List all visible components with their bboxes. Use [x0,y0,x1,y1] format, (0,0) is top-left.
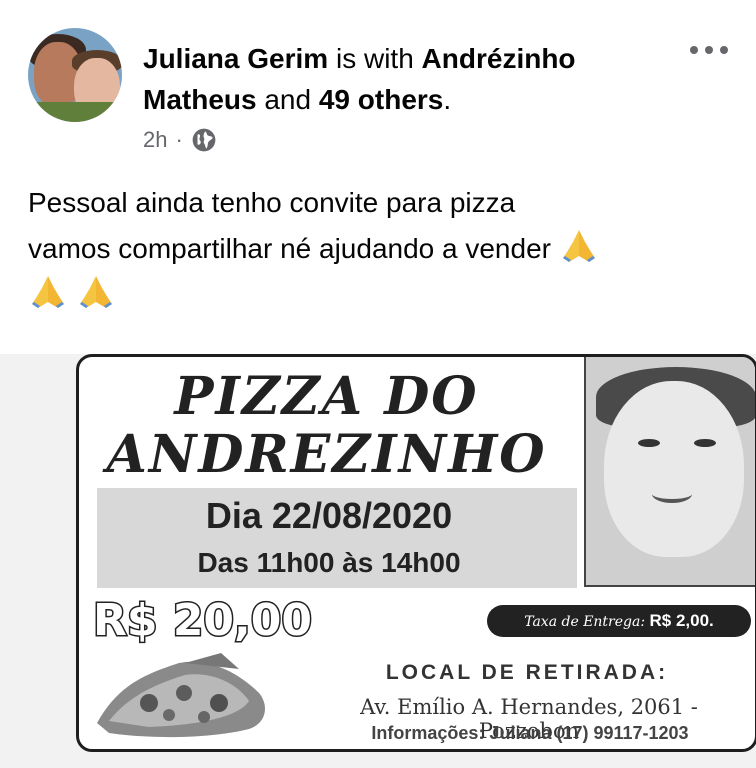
post-text-line-1: Pessoal ainda tenho convite para pizza [28,187,516,218]
folded-hands-emoji-icon [32,276,64,308]
meta-separator: · [175,127,183,152]
post-body: Pessoal ainda tenho convite para pizza v… [28,180,728,318]
photo-mouth [652,485,692,503]
flyer-title-line-1: PIZZA DO [174,366,479,427]
photo-face [604,381,744,557]
post-image[interactable]: PIZZA DO ANDREZINHO Dia 22/08/2020 Das 1… [0,354,756,768]
author-name[interactable]: Juliana Gerim [143,43,328,74]
avatar-shirt [28,102,122,122]
flyer-title-line-2: ANDREZINHO [106,424,547,485]
tagged-others[interactable]: 49 others [319,84,444,115]
flyer-card: PIZZA DO ANDREZINHO Dia 22/08/2020 Das 1… [76,354,756,752]
folded-hands-emoji-icon [79,276,112,308]
photo-eye [694,439,716,447]
delivery-fee-badge: Taxa de Entrega: R$ 2,00. [487,605,751,637]
author-avatar[interactable] [28,28,122,122]
flyer-date: Dia 22/08/2020 [205,495,453,536]
more-options-icon[interactable] [690,40,730,60]
post-meta: 2h · [143,127,217,153]
flyer-price: R$ 20,00 [92,594,314,648]
delivery-value: R$ 2,00. [649,611,714,630]
pizza-illustration [97,653,265,738]
delivery-label: Taxa de Entrega: [524,614,646,630]
contact-info: Informações: Juliana (17) 99117-1203 [371,723,689,743]
post-header: Juliana Gerim is with Andrézinho Matheus… [143,38,663,120]
folded-hands-emoji-icon [562,230,595,262]
post-time[interactable]: 2h [143,127,167,153]
flyer-photo [584,357,755,587]
globe-icon[interactable] [191,127,217,153]
header-period: . [443,84,452,115]
and-text: and [264,84,312,115]
photo-eye [638,439,660,447]
post-text-line-2: vamos compartilhar né ajudando a vender [28,233,551,264]
flyer-hours: Das 11h00 às 14h00 [197,547,461,578]
pickup-label: LOCAL DE RETIRADA: [385,661,669,684]
with-text: is with [335,43,414,74]
